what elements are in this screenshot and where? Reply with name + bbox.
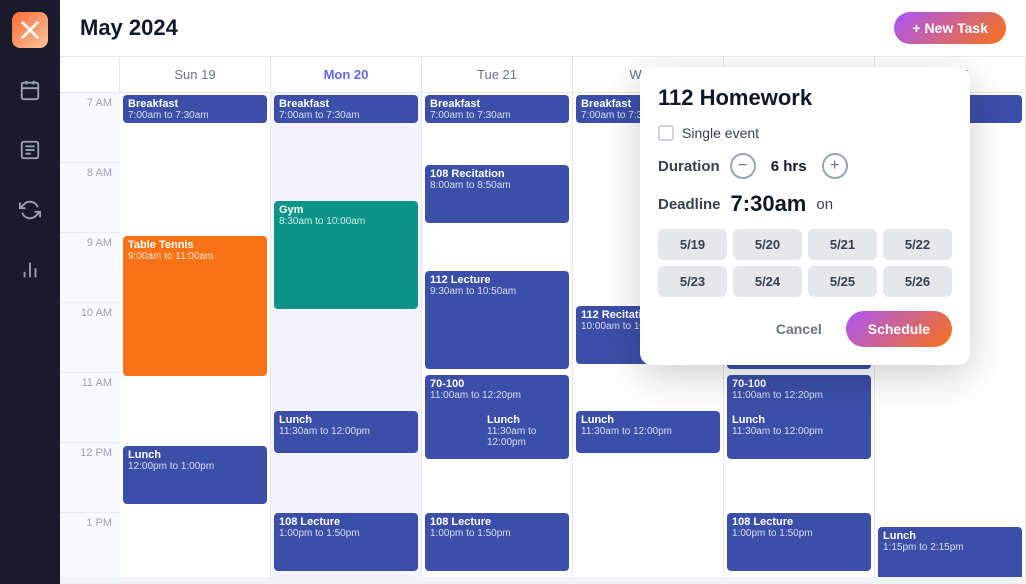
time-col-header bbox=[60, 57, 120, 92]
calendar: Sun 19 Mon 20 Tue 21 Wed 2 Thu 23 Sat 25… bbox=[60, 57, 1026, 584]
event-breakfast-sun19[interactable]: Breakfast 7:00am to 7:30am bbox=[123, 95, 267, 123]
day-col-sun19: Breakfast 7:00am to 7:30am Table Tennis … bbox=[120, 93, 271, 577]
time-column: 7 AM 8 AM 9 AM 10 AM 11 AM 12 PM 1 PM bbox=[60, 93, 120, 577]
popup-actions: Cancel Schedule bbox=[658, 311, 952, 347]
duration-decrease-button[interactable]: − bbox=[730, 153, 756, 179]
time-9am: 9 AM bbox=[60, 233, 120, 303]
event-breakfast-tue21[interactable]: Breakfast 7:00am to 7:30am bbox=[425, 95, 569, 123]
duration-row: Duration − 6 hrs + bbox=[658, 153, 952, 179]
deadline-on: on bbox=[816, 196, 833, 213]
time-1pm: 1 PM bbox=[60, 513, 120, 577]
day-col-tue21: Breakfast 7:00am to 7:30am 108 Recitatio… bbox=[422, 93, 573, 577]
deadline-label: Deadline bbox=[658, 196, 721, 213]
date-chip-521[interactable]: 5/21 bbox=[808, 229, 877, 260]
date-chip-526[interactable]: 5/26 bbox=[883, 266, 952, 297]
list-nav-icon[interactable] bbox=[12, 132, 48, 168]
day-header-mon20: Mon 20 bbox=[271, 57, 422, 92]
time-11am: 11 AM bbox=[60, 373, 120, 443]
event-breakfast-mon20[interactable]: Breakfast 7:00am to 7:30am bbox=[274, 95, 418, 123]
time-8am: 8 AM bbox=[60, 163, 120, 233]
header: May 2024 + New Task bbox=[60, 0, 1026, 57]
date-chip-525[interactable]: 5/25 bbox=[808, 266, 877, 297]
event-108-lecture-tue21[interactable]: 108 Lecture 1:00pm to 1:50pm bbox=[425, 513, 569, 571]
event-108-recitation[interactable]: 108 Recitation 8:00am to 8:50am bbox=[425, 165, 569, 223]
event-108-lecture-thu23[interactable]: 108 Lecture 1:00pm to 1:50pm bbox=[727, 513, 871, 571]
date-chip-524[interactable]: 5/24 bbox=[733, 266, 802, 297]
deadline-time: 7:30am bbox=[731, 191, 807, 217]
schedule-button[interactable]: Schedule bbox=[846, 311, 952, 347]
event-lunch-tue21[interactable]: Lunch 11:30am to 12:00pm bbox=[482, 411, 569, 453]
app-logo[interactable] bbox=[12, 12, 48, 48]
deadline-row: Deadline 7:30am on bbox=[658, 191, 952, 217]
event-lunch-sat25[interactable]: Lunch 1:15pm to 2:15pm bbox=[878, 527, 1022, 577]
duration-value: 6 hrs bbox=[764, 158, 814, 175]
day-header-tue21: Tue 21 bbox=[422, 57, 573, 92]
event-112-lecture-tue21[interactable]: 112 Lecture 9:30am to 10:50am bbox=[425, 271, 569, 369]
event-108-lecture-mon20[interactable]: 108 Lecture 1:00pm to 1:50pm bbox=[274, 513, 418, 571]
event-lunch-wed22[interactable]: Lunch 11:30am to 12:00pm bbox=[576, 411, 720, 453]
time-10am: 10 AM bbox=[60, 303, 120, 373]
task-popup: 112 Homework Single event Duration − 6 h… bbox=[640, 67, 970, 365]
event-gym[interactable]: Gym 8:30am to 10:00am bbox=[274, 201, 418, 309]
date-chip-523[interactable]: 5/23 bbox=[658, 266, 727, 297]
cancel-button[interactable]: Cancel bbox=[764, 313, 834, 345]
date-grid: 5/19 5/20 5/21 5/22 5/23 5/24 5/25 5/26 bbox=[658, 229, 952, 297]
duration-increase-button[interactable]: + bbox=[822, 153, 848, 179]
event-lunch-sun19[interactable]: Lunch 12:00pm to 1:00pm bbox=[123, 446, 267, 504]
event-lunch-mon20[interactable]: Lunch 11:30am to 12:00pm bbox=[274, 411, 418, 453]
duration-control: − 6 hrs + bbox=[730, 153, 848, 179]
single-event-row: Single event bbox=[658, 125, 952, 141]
date-chip-520[interactable]: 5/20 bbox=[733, 229, 802, 260]
day-header-sun19: Sun 19 bbox=[120, 57, 271, 92]
single-event-label[interactable]: Single event bbox=[658, 125, 759, 141]
calendar-nav-icon[interactable] bbox=[12, 72, 48, 108]
time-12pm: 12 PM bbox=[60, 443, 120, 513]
new-task-button[interactable]: + New Task bbox=[894, 12, 1006, 44]
time-7am: 7 AM bbox=[60, 93, 120, 163]
date-chip-519[interactable]: 5/19 bbox=[658, 229, 727, 260]
chart-nav-icon[interactable] bbox=[12, 252, 48, 288]
page-title: May 2024 bbox=[80, 15, 178, 41]
date-chip-522[interactable]: 5/22 bbox=[883, 229, 952, 260]
single-event-checkbox[interactable] bbox=[658, 125, 674, 141]
event-table-tennis[interactable]: Table Tennis 9:00am to 11:00am bbox=[123, 236, 267, 376]
main-content: May 2024 + New Task Sun 19 Mon 20 Tue 21… bbox=[60, 0, 1026, 584]
duration-label: Duration bbox=[658, 158, 720, 175]
event-lunch-thu23[interactable]: Lunch 11:30am to 12:00pm bbox=[727, 411, 871, 453]
popup-title: 112 Homework bbox=[658, 85, 952, 111]
day-col-mon20: Breakfast 7:00am to 7:30am Gym 8:30am to… bbox=[271, 93, 422, 577]
refresh-nav-icon[interactable] bbox=[12, 192, 48, 228]
sidebar bbox=[0, 0, 60, 584]
